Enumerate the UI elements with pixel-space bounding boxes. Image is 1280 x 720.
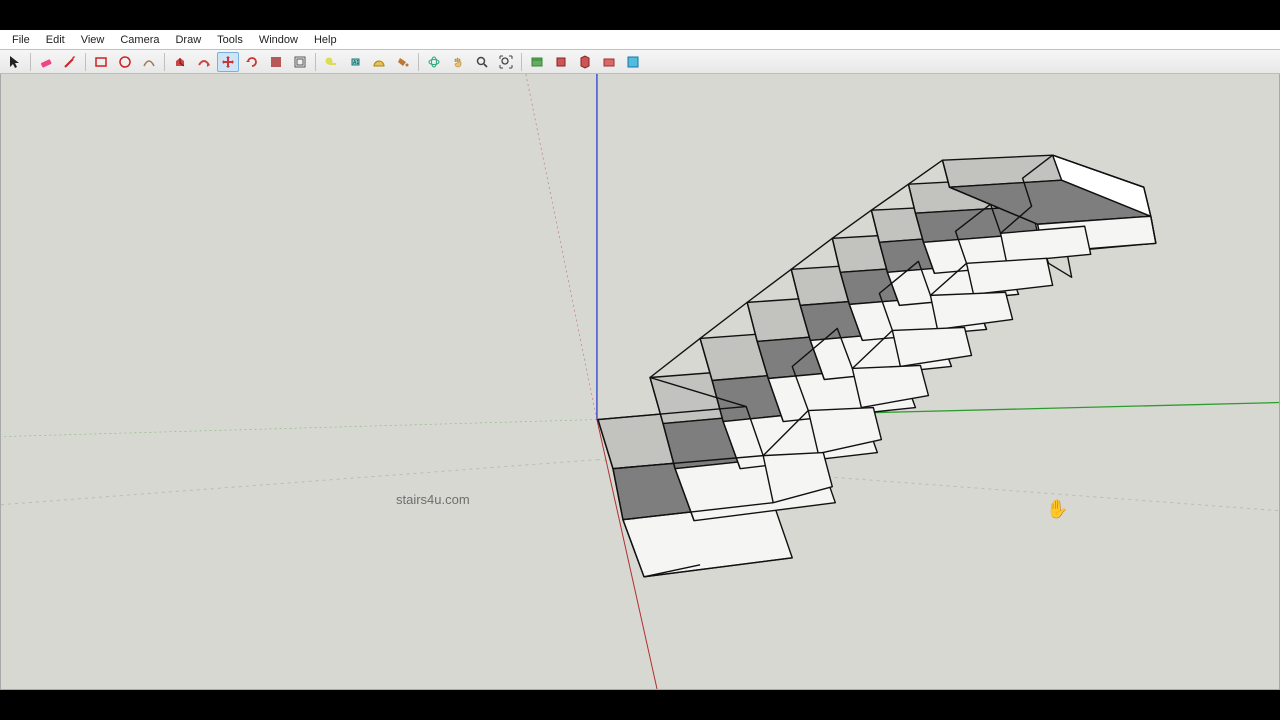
followme-icon[interactable] [193,52,215,72]
app-window: File Edit View Camera Draw Tools Window … [0,30,1280,690]
lookaround-icon[interactable] [574,52,596,72]
menu-view[interactable]: View [73,32,113,48]
pushpull-icon[interactable] [169,52,191,72]
toolbar-separator [521,53,522,71]
toolbar-separator [315,53,316,71]
toolbar-separator [418,53,419,71]
stairs-model [598,155,1156,585]
section-icon[interactable] [598,52,620,72]
letterbox-top [0,0,1280,30]
offset-icon[interactable] [289,52,311,72]
get-models-icon[interactable] [622,52,644,72]
axis-red-back [526,74,597,420]
watermark-text: stairs4u.com [396,492,470,507]
viewport[interactable]: stairs4u.com ✋ [0,74,1280,690]
orbit-icon[interactable] [423,52,445,72]
protractor-icon[interactable] [368,52,390,72]
arc-icon[interactable] [138,52,160,72]
line-icon[interactable] [59,52,81,72]
menubar: File Edit View Camera Draw Tools Window … [0,30,1280,50]
svg-text:A1: A1 [353,60,359,66]
circle-icon[interactable] [114,52,136,72]
menu-file[interactable]: File [4,32,38,48]
previous-icon[interactable] [526,52,548,72]
zoom-icon[interactable] [471,52,493,72]
menu-help[interactable]: Help [306,32,345,48]
menu-draw[interactable]: Draw [167,32,209,48]
menu-camera[interactable]: Camera [112,32,167,48]
select-icon[interactable] [4,52,26,72]
toolbar: A1 [0,50,1280,74]
letterbox-bottom [0,690,1280,720]
zoom-extents-icon[interactable] [495,52,517,72]
next-icon[interactable] [550,52,572,72]
rotate-icon[interactable] [241,52,263,72]
axis-green-back [1,420,597,437]
eraser-icon[interactable] [35,52,57,72]
paint-icon[interactable] [392,52,414,72]
scene-svg [1,74,1279,689]
rectangle-icon[interactable] [90,52,112,72]
menu-tools[interactable]: Tools [209,32,251,48]
menu-window[interactable]: Window [251,32,306,48]
tape-icon[interactable] [320,52,342,72]
toolbar-separator [30,53,31,71]
move-icon[interactable] [217,52,239,72]
toolbar-separator [85,53,86,71]
scale-icon[interactable] [265,52,287,72]
menu-edit[interactable]: Edit [38,32,73,48]
dimension-icon[interactable]: A1 [344,52,366,72]
toolbar-separator [164,53,165,71]
pan-icon[interactable] [447,52,469,72]
